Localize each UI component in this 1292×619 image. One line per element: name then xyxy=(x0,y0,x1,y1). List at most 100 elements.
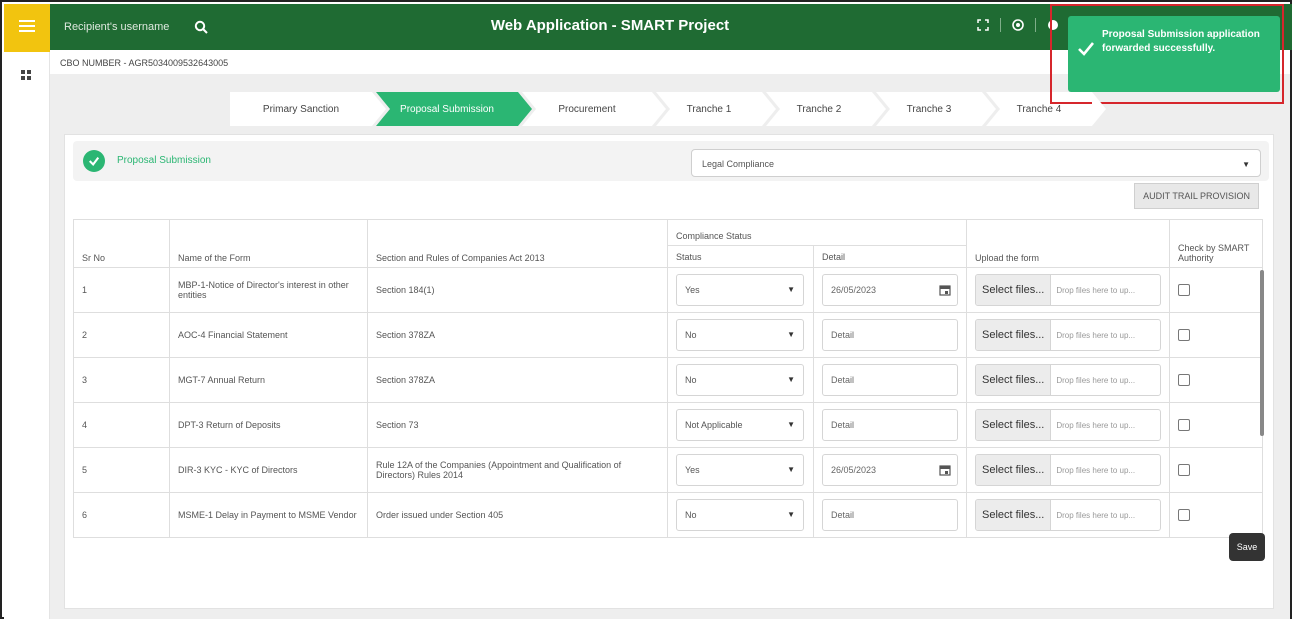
app-title: Web Application - SMART Project xyxy=(490,17,730,34)
step-tranche-3[interactable]: Tranche 3 xyxy=(876,92,996,126)
app-frame: Web Application - SMART Project CBO NUMB… xyxy=(0,0,1292,619)
detail-input[interactable]: Detail xyxy=(822,319,958,351)
cell-section: Section 378ZA xyxy=(367,312,668,358)
smart-authority-checkbox[interactable] xyxy=(1178,419,1190,431)
fullscreen-icon[interactable] xyxy=(976,18,990,32)
cell-check xyxy=(1169,357,1263,403)
caret-down-icon: ▼ xyxy=(787,375,795,384)
detail-value: Detail xyxy=(831,330,855,340)
cell-sno: 5 xyxy=(73,447,170,493)
cell-upload: Select files... Drop files here to up... xyxy=(966,492,1170,538)
drop-zone[interactable]: Drop files here to up... xyxy=(1051,500,1140,530)
cell-status: No ▼ xyxy=(667,492,814,538)
drop-zone[interactable]: Drop files here to up... xyxy=(1051,320,1140,350)
compliance-type-select[interactable]: Legal Compliance ▼ xyxy=(691,149,1261,177)
detail-value: 26/05/2023 xyxy=(831,285,877,295)
status-select[interactable]: No ▼ xyxy=(676,499,804,531)
select-files-button[interactable]: Select files... xyxy=(976,275,1052,305)
top-icons xyxy=(976,18,1060,32)
cell-check xyxy=(1169,267,1263,313)
status-select[interactable]: Yes ▼ xyxy=(676,454,804,486)
detail-value: 26/05/2023 xyxy=(831,465,877,475)
select-files-button[interactable]: Select files... xyxy=(976,365,1052,395)
col-header-detail: Detail xyxy=(813,245,967,268)
table-row: 5 DIR-3 KYC - KYC of Directors Rule 12A of… xyxy=(73,447,1263,493)
check-circle-icon xyxy=(83,150,105,172)
status-value: No xyxy=(685,510,697,520)
divider xyxy=(1035,18,1036,32)
table-row: 6 MSME-1 Delay in Payment to MSME Vendor O… xyxy=(73,492,1263,538)
grid-icon[interactable] xyxy=(20,68,32,80)
smart-authority-checkbox[interactable] xyxy=(1178,464,1190,476)
progress-stepper: Primary Sanction Proposal Submission Pro… xyxy=(230,92,1106,126)
divider xyxy=(1000,18,1001,32)
drop-zone[interactable]: Drop files here to up... xyxy=(1051,275,1140,305)
cell-check xyxy=(1169,312,1263,358)
step-primary-sanction[interactable]: Primary Sanction xyxy=(230,92,386,126)
cell-form-name: MGT-7 Annual Return xyxy=(169,357,368,403)
file-upload: Select files... Drop files here to up... xyxy=(975,319,1161,351)
date-input[interactable]: 26/05/2023 xyxy=(822,454,958,486)
check-icon xyxy=(1077,40,1095,58)
drop-zone[interactable]: Drop files here to up... xyxy=(1051,365,1140,395)
search-box xyxy=(64,14,224,40)
menu-toggle-button[interactable] xyxy=(4,4,50,52)
select-files-button[interactable]: Select files... xyxy=(976,320,1052,350)
cell-form-name: MBP-1-Notice of Director's interest in o… xyxy=(169,267,368,313)
drop-zone[interactable]: Drop files here to up... xyxy=(1051,410,1140,440)
cell-detail: 26/05/2023 xyxy=(813,267,967,313)
step-proposal-submission[interactable]: Proposal Submission xyxy=(376,92,532,126)
status-select[interactable]: No ▼ xyxy=(676,364,804,396)
cell-sno: 2 xyxy=(73,312,170,358)
detail-input[interactable]: Detail xyxy=(822,499,958,531)
section-title: Proposal Submission xyxy=(117,155,211,166)
file-upload: Select files... Drop files here to up... xyxy=(975,409,1161,441)
cell-upload: Select files... Drop files here to up... xyxy=(966,312,1170,358)
select-files-button[interactable]: Select files... xyxy=(976,410,1052,440)
file-upload: Select files... Drop files here to up... xyxy=(975,499,1161,531)
save-button[interactable]: Save xyxy=(1229,533,1265,561)
cell-detail: Detail xyxy=(813,312,967,358)
smart-authority-checkbox[interactable] xyxy=(1178,284,1190,296)
table-row: 4 DPT-3 Return of Deposits Section 73 Not A… xyxy=(73,402,1263,448)
select-files-button[interactable]: Select files... xyxy=(976,455,1052,485)
caret-down-icon: ▼ xyxy=(787,465,795,474)
step-tranche-2[interactable]: Tranche 2 xyxy=(766,92,886,126)
status-select[interactable]: Yes ▼ xyxy=(676,274,804,306)
cell-detail: 26/05/2023 xyxy=(813,447,967,493)
search-input[interactable] xyxy=(64,21,190,33)
cell-detail: Detail xyxy=(813,357,967,403)
cell-section: Section 73 xyxy=(367,402,668,448)
detail-value: Detail xyxy=(831,510,855,520)
cell-status: No ▼ xyxy=(667,357,814,403)
audit-trail-button[interactable]: AUDIT TRAIL PROVISION xyxy=(1134,183,1259,209)
caret-down-icon: ▼ xyxy=(1242,160,1250,169)
success-toast[interactable]: Proposal Submission application forwarde… xyxy=(1068,16,1280,92)
cell-check xyxy=(1169,447,1263,493)
date-input[interactable]: 26/05/2023 xyxy=(822,274,958,306)
cell-form-name: DPT-3 Return of Deposits xyxy=(169,402,368,448)
cell-upload: Select files... Drop files here to up... xyxy=(966,447,1170,493)
select-files-button[interactable]: Select files... xyxy=(976,500,1052,530)
step-tranche-1[interactable]: Tranche 1 xyxy=(656,92,776,126)
status-select[interactable]: Not Applicable ▼ xyxy=(676,409,804,441)
table-row: 2 AOC-4 Financial Statement Section 378ZA N… xyxy=(73,312,1263,358)
settings-icon[interactable] xyxy=(1011,18,1025,32)
smart-authority-checkbox[interactable] xyxy=(1178,374,1190,386)
col-header-compliance: Compliance Status xyxy=(667,219,967,246)
detail-input[interactable]: Detail xyxy=(822,409,958,441)
cell-form-name: MSME-1 Delay in Payment to MSME Vendor xyxy=(169,492,368,538)
smart-authority-checkbox[interactable] xyxy=(1178,329,1190,341)
cell-form-name: DIR-3 KYC - KYC of Directors xyxy=(169,447,368,493)
search-icon[interactable] xyxy=(194,20,208,34)
compliance-table: Sr No Name of the Form Section and Rules… xyxy=(73,219,1263,538)
smart-authority-checkbox[interactable] xyxy=(1178,509,1190,521)
col-header-form: Name of the Form xyxy=(169,219,368,268)
step-procurement[interactable]: Procurement xyxy=(522,92,666,126)
detail-input[interactable]: Detail xyxy=(822,364,958,396)
col-header-check: Check by SMART Authority xyxy=(1169,219,1263,268)
hamburger-icon xyxy=(19,19,35,38)
table-scrollbar[interactable] xyxy=(1260,270,1264,436)
drop-zone[interactable]: Drop files here to up... xyxy=(1051,455,1140,485)
status-select[interactable]: No ▼ xyxy=(676,319,804,351)
